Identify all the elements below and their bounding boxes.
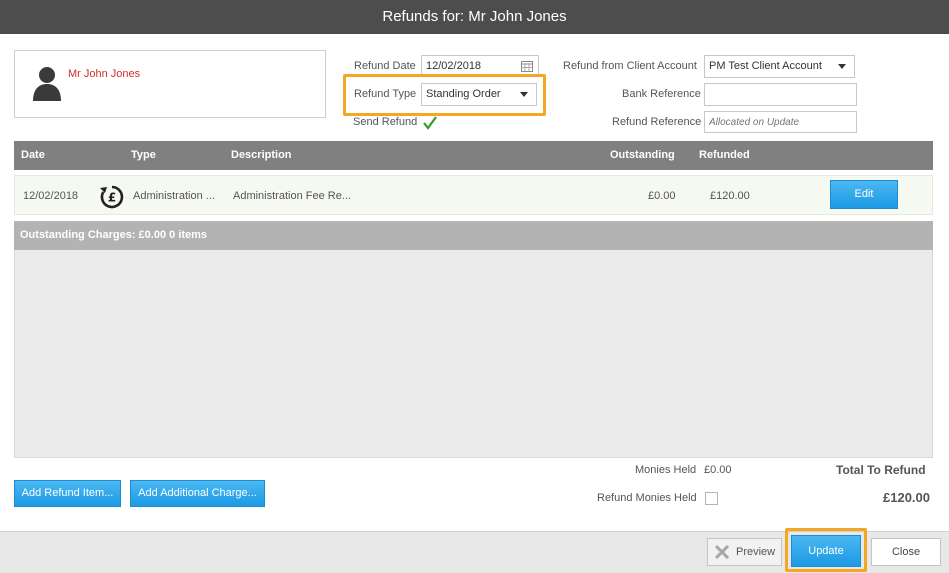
add-additional-charge-button[interactable]: Add Additional Charge... bbox=[130, 480, 265, 507]
refund-from-select[interactable]: PM Test Client Account bbox=[704, 55, 855, 78]
update-button[interactable]: Update bbox=[791, 535, 861, 567]
monies-held-value: £0.00 bbox=[704, 464, 732, 476]
refund-date-value: 12/02/2018 bbox=[426, 60, 482, 72]
chevron-down-icon bbox=[838, 64, 846, 69]
close-button[interactable]: Close bbox=[871, 538, 941, 566]
col-date[interactable]: Date bbox=[21, 149, 45, 161]
refund-reference-input[interactable] bbox=[704, 111, 857, 133]
refund-type-value: Standing Order bbox=[426, 88, 501, 100]
refund-monies-held-label: Refund Monies Held bbox=[597, 492, 697, 504]
calendar-icon[interactable] bbox=[521, 60, 533, 72]
col-description[interactable]: Description bbox=[231, 149, 292, 161]
row-description: Administration Fee Re... bbox=[233, 190, 351, 202]
refund-type-label: Refund Type bbox=[354, 88, 417, 100]
client-card: Mr John Jones bbox=[14, 50, 326, 118]
refund-from-value: PM Test Client Account bbox=[709, 60, 822, 72]
row-outstanding: £0.00 bbox=[648, 190, 676, 202]
row-type: Administration ... bbox=[133, 190, 215, 202]
refund-monies-held-checkbox[interactable] bbox=[705, 492, 718, 505]
refund-reference-label: Refund Reference bbox=[612, 116, 702, 128]
refund-date-label: Refund Date bbox=[354, 60, 416, 72]
window-title: Refunds for: Mr John Jones bbox=[0, 0, 949, 34]
edit-button[interactable]: Edit bbox=[830, 180, 898, 209]
add-refund-item-button[interactable]: Add Refund Item... bbox=[14, 480, 121, 507]
table-row[interactable]: 12/02/2018 £ Administration ... Administ… bbox=[14, 175, 933, 215]
table-empty-area bbox=[14, 250, 933, 458]
bank-reference-label: Bank Reference bbox=[622, 88, 701, 100]
col-type[interactable]: Type bbox=[131, 149, 156, 161]
client-name[interactable]: Mr John Jones bbox=[68, 68, 140, 80]
monies-held-label: Monies Held bbox=[635, 464, 697, 476]
total-to-refund-value: £120.00 bbox=[883, 490, 930, 505]
refund-type-select[interactable]: Standing Order bbox=[421, 83, 537, 106]
outstanding-charges-summary: Outstanding Charges: £0.00 0 items bbox=[14, 221, 933, 250]
table-header: Date Type Description Outstanding Refund… bbox=[14, 141, 933, 170]
chevron-down-icon bbox=[520, 92, 528, 97]
preview-button[interactable]: Preview bbox=[707, 538, 782, 566]
svg-text:£: £ bbox=[108, 191, 116, 205]
send-refund-label: Send Refund bbox=[353, 116, 418, 128]
preview-label: Preview bbox=[736, 546, 776, 558]
bank-reference-input[interactable] bbox=[704, 83, 857, 106]
close-x-icon bbox=[715, 545, 729, 559]
col-outstanding[interactable]: Outstanding bbox=[610, 149, 675, 161]
refund-pound-icon: £ bbox=[100, 185, 124, 209]
total-to-refund-label: Total To Refund bbox=[836, 463, 926, 477]
row-date: 12/02/2018 bbox=[23, 190, 79, 202]
send-refund-checkbox-check-icon[interactable] bbox=[422, 115, 438, 131]
col-refunded[interactable]: Refunded bbox=[699, 149, 750, 161]
row-refunded: £120.00 bbox=[710, 190, 750, 202]
person-avatar-icon bbox=[33, 67, 61, 101]
refund-from-label: Refund from Client Account bbox=[563, 60, 697, 72]
